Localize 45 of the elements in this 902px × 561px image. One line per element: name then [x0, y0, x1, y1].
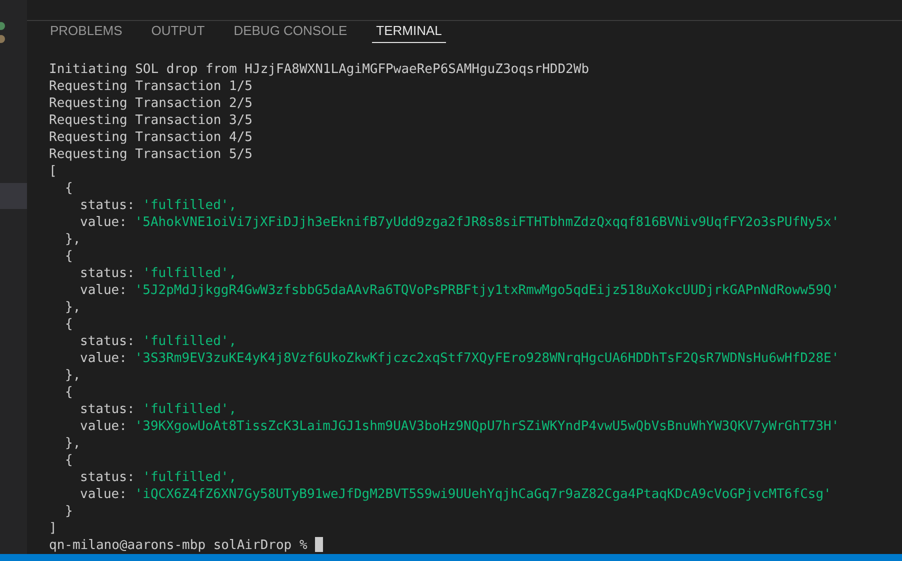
panel-tab[interactable]: DEBUG CONSOLE — [232, 23, 348, 43]
brace: }, — [64, 231, 82, 248]
brace: { — [64, 316, 74, 333]
brace: { — [64, 384, 74, 401]
bracket: ] — [49, 520, 58, 537]
terminal-line: Requesting Transaction 3/5 — [49, 112, 254, 129]
key-text: value: — [80, 351, 127, 366]
status-string: 'fulfilled', — [142, 334, 237, 349]
terminal-line: Initiating SOL drop from HJzjFA8WXN1LAgiMGFPwaeReP6SAMHguZ3oqsrHDD2Wb — [49, 61, 590, 78]
key-text: value: — [80, 419, 127, 434]
shell-prompt: qn-milano@aarons-mbp solAirDrop % — [49, 538, 308, 553]
key-text: status: — [80, 266, 135, 281]
key-text: value: — [80, 487, 127, 502]
terminal-line: Requesting Transaction 5/5 — [49, 146, 254, 163]
brace: }, — [64, 299, 82, 316]
terminal-line: Requesting Transaction 1/5 — [49, 78, 254, 95]
value-string: 'iQCX6Z4fZ6XN7Gy58UTyB91weJfDgM2BVT5S9wi9UUehYqjhCaGq7r9aZ82Cga4PtaqKDcA9cVoGPjvcMT6fCsg' — [134, 487, 832, 502]
status-string: 'fulfilled', — [142, 266, 237, 281]
brace: }, — [64, 435, 82, 452]
text-cursor — [315, 537, 324, 552]
key-text: value: — [80, 283, 127, 298]
value-string: '39KXgowUoAt8TissZcK3LaimJGJ1shm9UAV3boHz9NQpU7hrSZiWKYndP4vwU5wQbVsBnuWhYW3QKV7yWrGhT73H' — [134, 419, 840, 434]
panel-tab[interactable]: OUTPUT — [150, 23, 206, 43]
terminal-line: Requesting Transaction 2/5 — [49, 95, 254, 112]
brace: } — [64, 503, 74, 520]
status-string: 'fulfilled', — [142, 198, 237, 213]
brace: { — [64, 452, 74, 469]
key-text: status: — [80, 334, 135, 349]
panel-tab[interactable]: TERMINAL — [372, 23, 446, 43]
value-string: '5AhokVNE1oiVi7jXFiDJjh3eEknifB7yUdd9zga2fJR8s8siFTHTbhmZdzQxqqf816BVNiv9UqfFY2o3sPUfNy5x' — [134, 215, 840, 230]
row-highlight — [0, 183, 27, 209]
brace: { — [64, 248, 74, 265]
value-string: '3S3Rm9EV3zuKE4yK4j8Vzf6UkoZkwKfjczc2xqStf7XQyFEro928WNrqHgcUA6HDDhTsF2QsR7WDNsHu6wHfD28E' — [134, 351, 840, 366]
status-string: 'fulfilled', — [142, 402, 237, 417]
panel-tab[interactable]: PROBLEMS — [49, 23, 124, 43]
brace: { — [64, 180, 74, 197]
bracket: [ — [49, 163, 58, 180]
status-string: 'fulfilled', — [142, 470, 237, 485]
value-string: '5J2pMdJjkggR4GwW3zfsbbG5daAAvRa6TQVoPsPRBFtjy1txRmwMgo5qdEijz518uXokcUUDjrkGAPnNdRoww59Q' — [134, 283, 840, 298]
key-text: status: — [80, 198, 135, 213]
key-text: status: — [80, 470, 135, 485]
key-text: value: — [80, 215, 127, 230]
terminal-line: Requesting Transaction 4/5 — [49, 129, 254, 146]
brace: }, — [64, 367, 82, 384]
key-text: status: — [80, 402, 135, 417]
